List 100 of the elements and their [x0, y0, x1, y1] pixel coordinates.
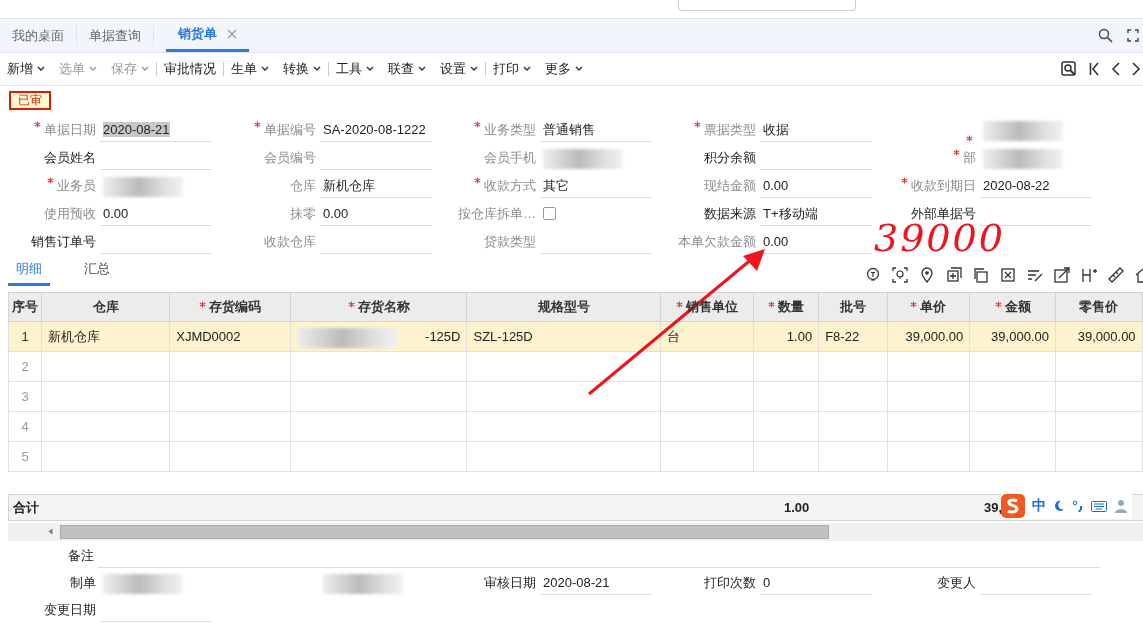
caret-icon: [470, 66, 478, 72]
checkbox[interactable]: [543, 207, 556, 220]
input-field[interactable]: 0.00: [100, 202, 212, 226]
search-icon[interactable]: [1098, 28, 1113, 43]
scroll-left-icon[interactable]: [48, 528, 53, 535]
search-document-icon[interactable]: [1061, 61, 1077, 77]
tab[interactable]: 单据查询: [77, 25, 154, 46]
field-label: 会员编号: [264, 149, 316, 167]
column-header: 序号: [8, 292, 42, 322]
delete-row-icon[interactable]: [1000, 267, 1016, 283]
field-label: 按仓库拆单…: [458, 205, 536, 223]
ruler-icon[interactable]: [1108, 267, 1124, 283]
input-field[interactable]: 0.00: [760, 174, 872, 198]
tab[interactable]: 汇总: [76, 260, 118, 286]
status-badge: 已审: [9, 91, 51, 110]
field-label: 制单: [70, 574, 96, 592]
previous-icon[interactable]: [1111, 62, 1120, 76]
toolbar-button[interactable]: 新增: [0, 57, 52, 81]
required-asterisk-icon: [199, 301, 207, 308]
input-field[interactable]: 普通销售: [540, 118, 652, 142]
fullscreen-icon[interactable]: [1127, 29, 1139, 42]
field-label: 现结金额: [704, 177, 756, 195]
scan-icon[interactable]: [892, 267, 908, 283]
row-number: 3: [8, 381, 42, 412]
field-label: 打印次数: [704, 574, 756, 592]
field-label: 变更人: [937, 574, 976, 592]
required-asterisk-icon: [994, 301, 1002, 308]
input-mode-label[interactable]: 中: [1032, 497, 1046, 515]
caret-icon: [141, 66, 149, 72]
input-field[interactable]: 收据: [760, 118, 872, 142]
field-label: 单据编号: [264, 121, 316, 139]
scrollbar[interactable]: [8, 523, 1143, 541]
caret-icon: [575, 66, 583, 72]
field-label: 本单欠款金额: [678, 233, 756, 251]
field-label: 抹零: [290, 205, 316, 223]
toolbar-button[interactable]: 转换: [276, 57, 328, 81]
input-field[interactable]: 新机仓库: [320, 174, 432, 198]
input-field[interactable]: T+移动端: [760, 202, 872, 226]
toolbar-button[interactable]: 打印: [486, 57, 538, 81]
input-field[interactable]: SA-2020-08-1222: [320, 118, 432, 142]
field-label: 单据日期: [44, 121, 96, 139]
tab[interactable]: 销货单: [166, 19, 249, 52]
field-label: 审核日期: [484, 574, 536, 592]
next-icon[interactable]: [1132, 62, 1141, 76]
moon-icon[interactable]: [1053, 500, 1065, 512]
input-field[interactable]: 2020-08-21: [100, 118, 212, 142]
location-pin-icon[interactable]: [919, 267, 935, 283]
field-label: 会员姓名: [44, 149, 96, 167]
table-cell: 39,000.00: [887, 321, 970, 352]
row-number: 2: [8, 351, 42, 382]
table-cell: F8-22: [818, 321, 888, 352]
column-header: 规格型号: [467, 292, 661, 322]
caret-icon: [89, 66, 97, 72]
close-icon[interactable]: [227, 29, 237, 39]
field-label: 贷款类型: [484, 233, 536, 251]
first-page-icon[interactable]: [1089, 62, 1099, 76]
field-label: 数据来源: [704, 205, 756, 223]
caret-icon: [366, 66, 374, 72]
field-label: 使用预收: [44, 205, 96, 223]
field-label: 收款仓库: [264, 233, 316, 251]
field-label: 业务类型: [484, 121, 536, 139]
input-field[interactable]: 0.00: [320, 202, 432, 226]
column-header: 零售价: [1055, 292, 1143, 322]
table-cell: SZL-125D: [467, 321, 661, 352]
input-field[interactable]: 2020-08-22: [980, 174, 1092, 198]
toolbar-button[interactable]: 生单: [224, 57, 276, 81]
table-cell: 1.00: [784, 500, 810, 515]
toolbar-button[interactable]: 工具: [329, 57, 381, 81]
caret-icon: [313, 66, 321, 72]
search-field[interactable]: [678, 0, 856, 11]
export-icon[interactable]: [1054, 267, 1070, 283]
table-cell: 新机仓库: [41, 321, 170, 352]
toolbar-button[interactable]: 联查: [381, 57, 433, 81]
tab[interactable]: 明细: [8, 260, 50, 286]
column-header: 金额: [969, 292, 1056, 322]
caret-icon: [523, 66, 531, 72]
input-field[interactable]: 其它: [540, 174, 652, 198]
toolbar-button[interactable]: 审批情况: [157, 57, 223, 81]
tab[interactable]: 我的桌面: [0, 25, 77, 46]
totals-label: 合计: [13, 498, 39, 517]
input-field[interactable]: 0: [760, 571, 872, 595]
input-method-logo-icon[interactable]: [1001, 494, 1025, 518]
toolbar-button[interactable]: 设置: [433, 57, 485, 81]
input-field[interactable]: 2020-08-21: [540, 571, 652, 595]
edit-icon[interactable]: [1027, 267, 1043, 283]
field-label: 业务员: [57, 177, 96, 195]
column-header: 单价: [887, 292, 970, 322]
table-cell: 1.00: [753, 321, 819, 352]
table-cell: 39,000.00: [969, 321, 1056, 352]
column-header: 存货编码: [169, 292, 291, 322]
caret-icon: [261, 66, 269, 72]
required-asterisk-icon: [675, 301, 683, 308]
row-number: 5: [8, 441, 42, 472]
required-asterisk-icon: [767, 301, 775, 308]
copy-icon[interactable]: [973, 267, 989, 283]
punctuation-icon[interactable]: [1072, 500, 1084, 512]
field-label: 收款方式: [484, 177, 536, 195]
toolbar-button[interactable]: 更多: [538, 57, 590, 81]
keyboard-icon[interactable]: [1091, 500, 1107, 512]
add-row-icon[interactable]: [946, 267, 962, 283]
